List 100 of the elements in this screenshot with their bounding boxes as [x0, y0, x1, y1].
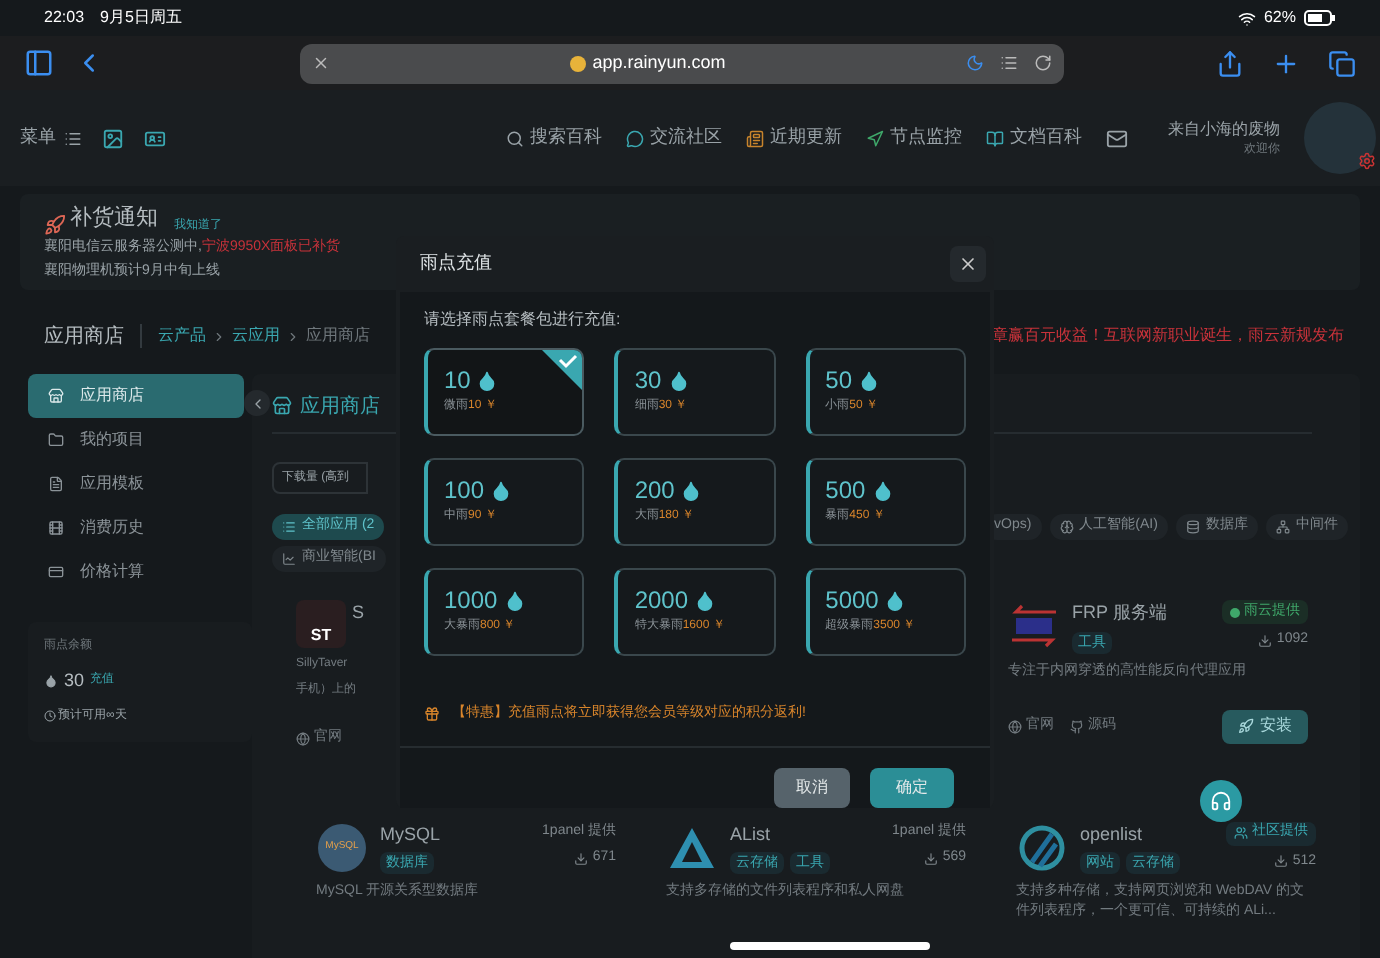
- sidebar-item[interactable]: 我的项目: [28, 418, 244, 462]
- sidebar-item[interactable]: 价格计算: [28, 550, 244, 594]
- app-name[interactable]: MySQL: [380, 821, 531, 848]
- app-name[interactable]: S: [352, 600, 365, 627]
- moon-icon: [965, 54, 984, 72]
- app-name[interactable]: openlist: [1080, 821, 1214, 848]
- package-amount: 1000: [444, 588, 498, 612]
- chat-bubble-icon: [626, 129, 644, 147]
- rocket-icon: [1238, 718, 1254, 734]
- download-icon: [1274, 854, 1289, 869]
- status-date: 9月5日周五: [100, 6, 182, 30]
- close-icon: [312, 54, 330, 72]
- book-icon: [986, 129, 1004, 147]
- package-amount: 100: [444, 478, 485, 502]
- menu-label[interactable]: 菜单: [20, 124, 56, 152]
- headset-icon: [1210, 790, 1232, 812]
- close-button[interactable]: [950, 246, 986, 282]
- rocket-icon: [44, 213, 66, 235]
- download-icon: [924, 851, 939, 866]
- navigation-arrow-icon: [866, 129, 884, 147]
- droplet-icon: [680, 479, 703, 501]
- nav-link[interactable]: 近期更新: [746, 124, 842, 152]
- collapse-button[interactable]: [244, 390, 270, 416]
- install-button[interactable]: 安装: [1222, 709, 1308, 743]
- app-logo: ST: [296, 600, 346, 648]
- user-name: 来自小海的废物: [1168, 117, 1280, 141]
- package-amount: 200: [634, 478, 675, 502]
- store-icon: [272, 396, 292, 416]
- droplet-icon: [476, 369, 499, 391]
- nav-link[interactable]: 节点监控: [866, 124, 962, 152]
- download-icon: [574, 851, 589, 866]
- image-icon[interactable]: [102, 127, 124, 149]
- share-icon[interactable]: [1216, 49, 1244, 77]
- folder-icon: [48, 432, 64, 448]
- balance-amount: 30: [64, 668, 85, 694]
- address-bar[interactable]: app.rainyun.com: [300, 43, 1064, 83]
- app-name[interactable]: AList: [730, 821, 881, 848]
- sidebar-toggle-icon[interactable]: [24, 48, 54, 78]
- reload-icon: [1033, 54, 1052, 72]
- breadcrumb-link[interactable]: 云应用: [232, 324, 280, 348]
- gift-icon: [424, 706, 440, 723]
- network-icon: [1275, 520, 1290, 534]
- wifi-icon: [1237, 9, 1256, 27]
- droplet-icon: [667, 369, 690, 391]
- globe-icon: [296, 731, 310, 746]
- reader-icon: [999, 54, 1018, 72]
- settings-icon: [1358, 152, 1376, 170]
- newspaper-icon: [746, 129, 764, 147]
- status-time: 22:03: [44, 6, 85, 30]
- chevron-icon: [212, 329, 226, 343]
- cancel-button[interactable]: 取消: [774, 767, 850, 807]
- selected-check-icon: [542, 350, 583, 390]
- droplet-icon: [490, 479, 513, 501]
- document-icon: [48, 476, 64, 492]
- globe-icon: [1008, 719, 1022, 733]
- package-amount: 5000: [825, 588, 879, 612]
- menu-icon[interactable]: [64, 129, 82, 147]
- nav-link[interactable]: 交流社区: [626, 124, 722, 152]
- tabs-icon[interactable]: [1328, 49, 1356, 77]
- sidebar-item[interactable]: 消费历史: [28, 506, 244, 550]
- droplet-icon: [503, 589, 526, 611]
- add-tab-icon[interactable]: [1272, 49, 1300, 77]
- users-icon: [1234, 826, 1248, 840]
- download-icon: [1258, 633, 1273, 648]
- mail-icon[interactable]: [1106, 127, 1128, 149]
- github-icon: [1070, 719, 1084, 733]
- sidebar-item[interactable]: 应用商店: [28, 374, 244, 418]
- chevron-icon: [286, 329, 300, 343]
- package-amount: 10: [444, 368, 471, 392]
- nav-link[interactable]: 文档百科: [986, 124, 1082, 152]
- chart-line-icon: [282, 552, 296, 566]
- package-amount: 500: [825, 478, 866, 502]
- app-name[interactable]: FRP 服务端: [1072, 600, 1210, 627]
- database-icon: [1185, 520, 1200, 534]
- battery-percent: 62%: [1263, 6, 1296, 30]
- announcement-text[interactable]: 章赢百元收益！互联网新职业诞生，雨云新规发布: [992, 324, 1344, 348]
- url-text: app.rainyun.com: [570, 49, 726, 77]
- panel-title: 应用商店: [300, 393, 380, 421]
- page-title: 应用商店: [44, 323, 124, 351]
- droplet-icon: [44, 674, 58, 689]
- search-icon: [506, 129, 524, 147]
- film-icon: [48, 520, 64, 536]
- dialog-title: 雨点充值: [420, 250, 492, 277]
- openlist-logo: [1018, 823, 1066, 871]
- frp-logo: [1008, 604, 1060, 648]
- store-icon: [48, 388, 64, 404]
- dialog-prompt: 请选择雨点套餐包进行充值:: [424, 308, 623, 332]
- notice-title: 补货通知: [70, 203, 158, 234]
- close-icon: [958, 254, 978, 274]
- nav-link[interactable]: 搜索百科: [506, 124, 602, 152]
- sidebar-item[interactable]: 应用模板: [28, 462, 244, 506]
- breadcrumb-current: 应用商店: [306, 324, 370, 348]
- droplet-icon: [871, 479, 894, 501]
- droplet-icon: [694, 589, 717, 611]
- package-amount: 2000: [634, 588, 689, 612]
- breadcrumb-link[interactable]: 云产品: [158, 324, 206, 348]
- card-icon: [48, 564, 64, 580]
- droplet-icon: [884, 589, 907, 611]
- id-card-icon[interactable]: [144, 127, 166, 149]
- package-amount: 50: [825, 368, 853, 392]
